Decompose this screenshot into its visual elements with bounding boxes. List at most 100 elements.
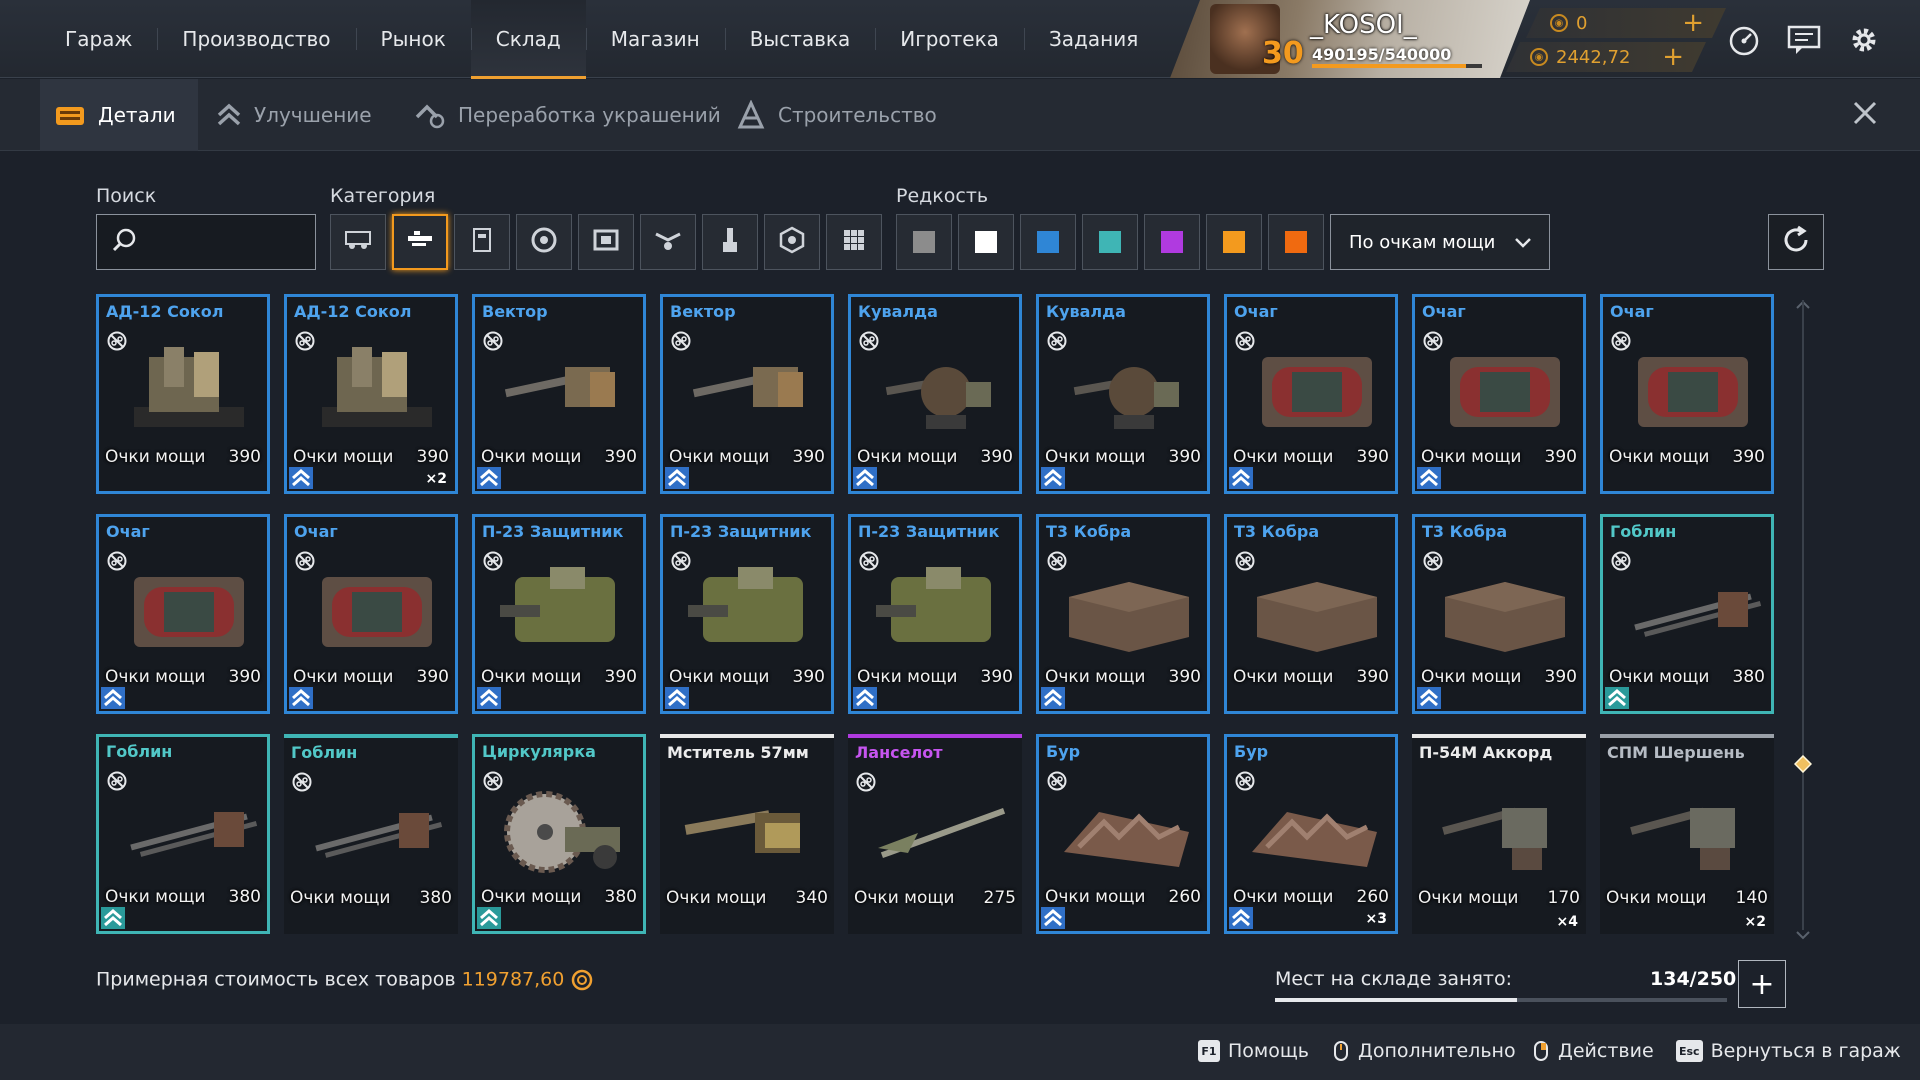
hint-action[interactable]: Действие — [1534, 1040, 1654, 1062]
category-filter-button[interactable] — [516, 214, 572, 270]
subtab-construction[interactable]: Строительство — [722, 79, 951, 151]
power-label: Очки мощи — [105, 667, 206, 687]
item-power: Очки мощи 260 — [1233, 887, 1389, 907]
category-filter-button[interactable] — [330, 214, 386, 270]
item-card[interactable]: Очаг Очки мощи 390 — [284, 514, 458, 714]
subtab-upgrade[interactable]: Улучшение — [202, 79, 386, 151]
expand-storage-button[interactable]: + — [1738, 960, 1786, 1008]
item-name: Очаг — [1234, 302, 1278, 321]
item-card[interactable]: Гоблин Очки мощи 380 — [1600, 514, 1774, 714]
item-card[interactable]: Ланселот Очки мощи 275 — [848, 734, 1022, 934]
scroll-down-icon[interactable] — [1796, 926, 1810, 940]
speedometer-icon[interactable] — [1724, 20, 1764, 60]
nav-tab[interactable]: Магазин — [585, 0, 725, 78]
item-card[interactable]: Т3 Кобра Очки мощи 390 — [1224, 514, 1398, 714]
category-filter-button[interactable] — [826, 214, 882, 270]
item-card[interactable]: Циркулярка Очки мощи 380 — [472, 734, 646, 934]
rarity-filter-button[interactable] — [1082, 214, 1138, 270]
item-card[interactable]: Вектор Очки мощи 390 — [660, 294, 834, 494]
item-name: Очаг — [1422, 302, 1466, 321]
rarity-filter-button[interactable] — [1268, 214, 1324, 270]
item-card[interactable]: Бур Очки мощи 260 ×3 — [1224, 734, 1398, 934]
nav-tab[interactable]: Рынок — [355, 0, 471, 78]
rarity-swatch — [975, 231, 997, 253]
refresh-button[interactable] — [1768, 214, 1824, 270]
nav-tab[interactable]: Выставка — [724, 0, 876, 78]
item-card[interactable]: Вектор Очки мощи 390 — [472, 294, 646, 494]
rarity-filter-button[interactable] — [1206, 214, 1262, 270]
item-card[interactable]: Кувалда Очки мощи 390 — [1036, 294, 1210, 494]
item-name: Т3 Кобра — [1046, 522, 1132, 541]
esc-key-icon: Esc — [1676, 1040, 1703, 1062]
add-credits-button[interactable]: + — [1662, 44, 1684, 70]
item-card[interactable]: Очаг Очки мощи 390 — [1600, 294, 1774, 494]
player-banner[interactable]: 30 _KOSOI_ 490195/540000 — [1170, 0, 1530, 78]
subtab-details[interactable]: Детали — [40, 79, 198, 151]
rarity-filter-button[interactable] — [896, 214, 952, 270]
category-filter-button[interactable] — [454, 214, 510, 270]
item-power: Очки мощи 390 — [669, 667, 825, 687]
item-image — [1059, 337, 1199, 437]
subtab-recycle[interactable]: Переработка украшений — [400, 79, 735, 151]
decor-icon — [652, 224, 684, 260]
power-value: 380 — [604, 887, 637, 907]
item-card[interactable]: Т3 Кобра Очки мощи 390 — [1036, 514, 1210, 714]
item-card[interactable]: П-23 Защитник Очки мощи 390 — [472, 514, 646, 714]
coins-value: 0 — [1576, 12, 1588, 34]
item-card[interactable]: Очаг Очки мощи 390 — [96, 514, 270, 714]
add-coins-button[interactable]: + — [1682, 10, 1704, 36]
rarity-label: Редкость — [896, 185, 989, 207]
item-card[interactable]: Гоблин Очки мощи 380 — [284, 734, 458, 934]
item-card[interactable]: П-23 Защитник Очки мощи 390 — [660, 514, 834, 714]
nav-tab[interactable]: Игротека — [875, 0, 1024, 78]
category-filter-button[interactable] — [640, 214, 696, 270]
item-card[interactable]: П-54М Аккорд Очки мощи 170 ×4 — [1412, 734, 1586, 934]
hint-help[interactable]: F1 Помощь — [1198, 1040, 1309, 1062]
item-card[interactable]: Гоблин Очки мощи 380 — [96, 734, 270, 934]
power-value: 390 — [228, 447, 261, 467]
item-card[interactable]: Мститель 57мм Очки мощи 340 — [660, 734, 834, 934]
item-card[interactable]: Очаг Очки мощи 390 — [1224, 294, 1398, 494]
rarity-filter-button[interactable] — [958, 214, 1014, 270]
category-filter-button[interactable] — [578, 214, 634, 270]
item-card[interactable]: Кувалда Очки мощи 390 — [848, 294, 1022, 494]
nav-tab[interactable]: Производство — [157, 0, 355, 78]
item-card[interactable]: АД-12 Сокол Очки мощи 390 ×2 — [284, 294, 458, 494]
power-label: Очки мощи — [481, 887, 582, 907]
item-card[interactable]: Т3 Кобра Очки мощи 390 — [1412, 514, 1586, 714]
item-image — [1059, 777, 1199, 877]
item-image — [871, 337, 1011, 437]
item-name: Очаг — [294, 522, 338, 541]
item-power: Очки мощи 390 — [1421, 447, 1577, 467]
hint-more[interactable]: Дополнительно — [1334, 1040, 1516, 1062]
item-card[interactable]: АД-12 Сокол Очки мощи 390 — [96, 294, 270, 494]
refresh-icon — [1780, 224, 1812, 260]
gear-icon[interactable] — [1844, 20, 1884, 60]
power-label: Очки мощи — [1421, 667, 1522, 687]
item-quantity: ×4 — [1556, 914, 1578, 930]
messages-icon[interactable] — [1784, 20, 1824, 60]
nav-tab[interactable]: Задания — [1023, 0, 1163, 78]
item-card[interactable]: Бур Очки мощи 260 — [1036, 734, 1210, 934]
category-filter-button[interactable] — [764, 214, 820, 270]
item-card[interactable]: СПМ Шершень Очки мощи 140 ×2 — [1600, 734, 1774, 934]
hint-back-to-garage[interactable]: Esc Вернуться в гараж — [1676, 1040, 1901, 1062]
category-filter-button[interactable] — [702, 214, 758, 270]
close-icon[interactable] — [1850, 98, 1880, 128]
sort-value: По очкам мощи — [1349, 231, 1496, 253]
item-card[interactable]: П-23 Защитник Очки мощи 390 — [848, 514, 1022, 714]
category-filter-button[interactable] — [392, 214, 448, 270]
item-card[interactable]: Очаг Очки мощи 390 — [1412, 294, 1586, 494]
rarity-filter-button[interactable] — [1144, 214, 1200, 270]
power-label: Очки мощи — [1233, 667, 1334, 687]
storage-value: 134/250 — [1650, 968, 1737, 990]
item-name: Т3 Кобра — [1422, 522, 1508, 541]
scrollbar-track[interactable] — [1802, 300, 1804, 930]
sort-dropdown[interactable]: По очкам мощи — [1330, 214, 1550, 270]
search-input[interactable] — [147, 231, 317, 253]
item-name: Гоблин — [291, 743, 358, 762]
nav-tab[interactable]: Гараж — [40, 0, 157, 78]
scrollbar-thumb[interactable] — [1793, 754, 1813, 774]
nav-tab[interactable]: Склад — [470, 0, 586, 79]
rarity-filter-button[interactable] — [1020, 214, 1076, 270]
